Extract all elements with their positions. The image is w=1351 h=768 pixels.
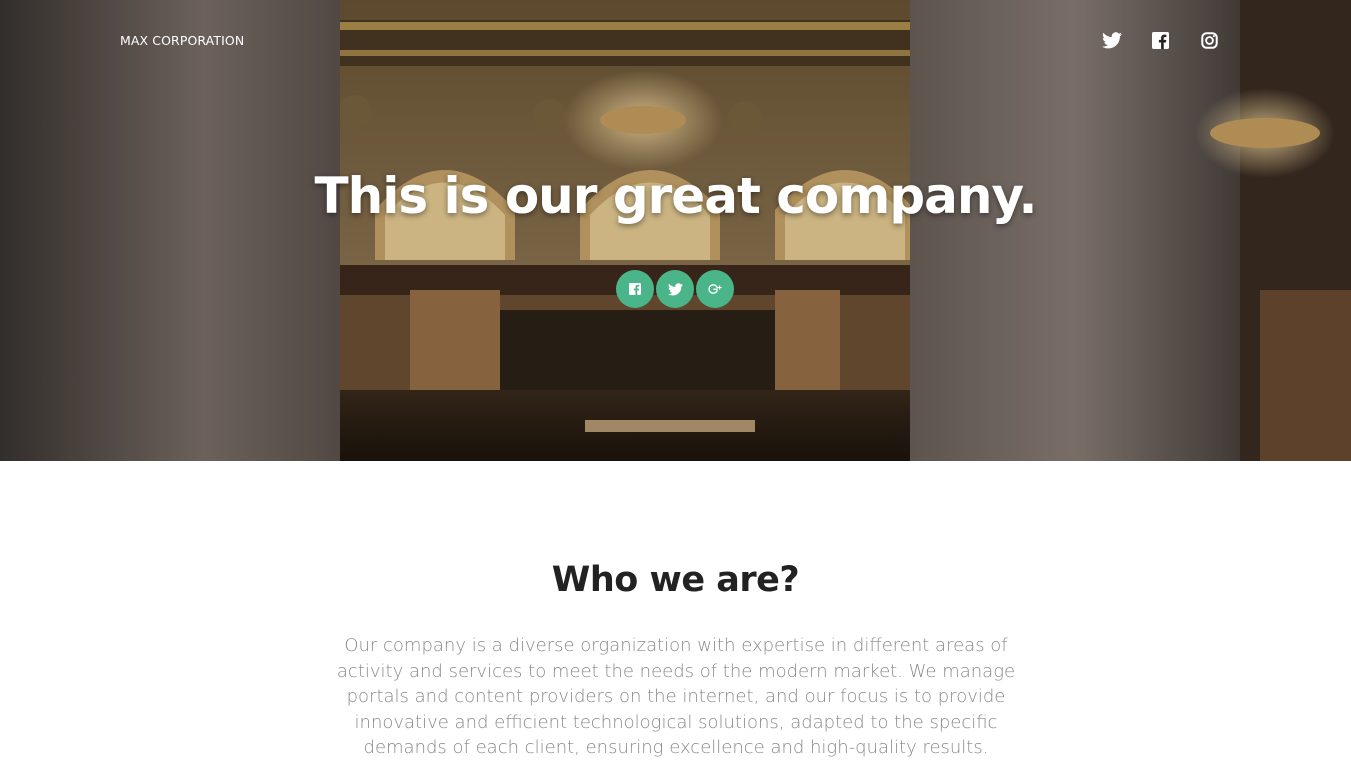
share-facebook-button[interactable] — [616, 270, 654, 308]
share-google-plus-button[interactable] — [696, 270, 734, 308]
share-buttons — [616, 270, 734, 308]
hero-title: This is our great company. — [314, 167, 1038, 225]
hero-section: MAX CORPORATION This is our great compan… — [0, 0, 1351, 461]
about-text: Our company is a diverse organization wi… — [336, 635, 1016, 758]
about-title: Who we are? — [551, 560, 800, 600]
google-plus-icon — [708, 284, 722, 294]
twitter-icon[interactable] — [1101, 30, 1123, 50]
instagram-icon[interactable] — [1198, 30, 1220, 50]
twitter-icon — [667, 282, 683, 295]
facebook-icon — [629, 283, 641, 295]
share-twitter-button[interactable] — [656, 270, 694, 308]
brand-link[interactable]: MAX CORPORATION — [120, 33, 244, 48]
hero-overlay — [0, 0, 1351, 461]
facebook-icon[interactable] — [1149, 30, 1171, 50]
